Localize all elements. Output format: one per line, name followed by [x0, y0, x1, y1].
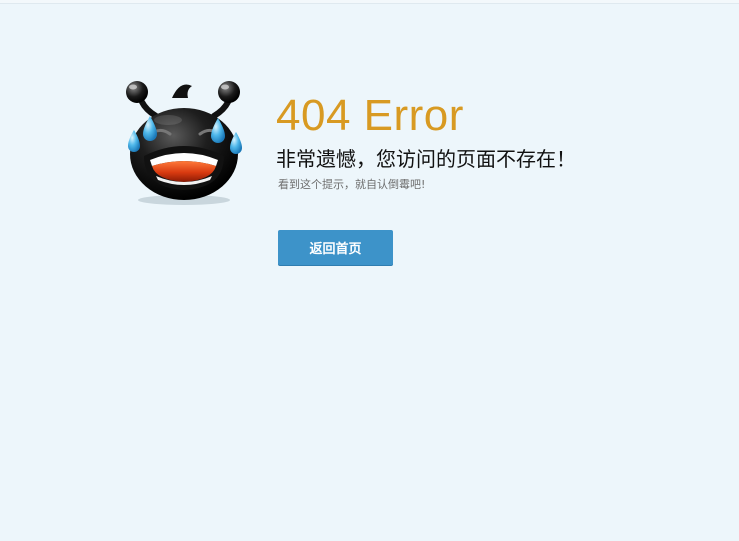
top-divider: [0, 0, 739, 4]
back-home-button[interactable]: 返回首页: [278, 230, 393, 265]
crying-face-icon: [120, 76, 250, 208]
error-code-title: 404 Error: [276, 91, 464, 140]
error-content: 404 Error 非常遗憾，您访问的页面不存在！ 看到这个提示，就自认倒霉吧!: [276, 90, 716, 192]
error-hint: 看到这个提示，就自认倒霉吧!: [278, 178, 426, 191]
error-headline: 非常遗憾，您访问的页面不存在！: [276, 147, 576, 171]
